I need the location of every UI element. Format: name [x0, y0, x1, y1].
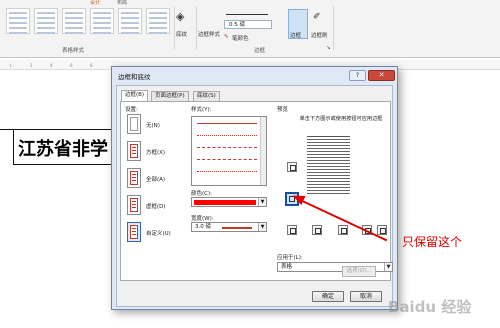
setting-grid[interactable] [127, 195, 141, 215]
setting-none-label: 无(N) [146, 123, 160, 129]
setting-box-label: 方框(X) [146, 150, 166, 156]
borders-group-label: 边框 [254, 48, 266, 54]
borders-panel: 设置: 无(N) 方框(X) 全部(A) 虚框(D) 自定义(U) 样式(Y): [120, 101, 393, 281]
help-button[interactable]: ? [349, 70, 366, 81]
chevron-down-icon[interactable]: ▼ [258, 198, 266, 206]
border-styles-button[interactable]: 边框样式 [198, 30, 220, 38]
pen-color-button[interactable]: 笔颜色 [232, 34, 249, 42]
setting-grid-label: 虚框(D) [146, 204, 166, 210]
left-border-button[interactable] [312, 225, 322, 235]
setting-box[interactable] [127, 141, 141, 161]
setting-custom[interactable] [127, 222, 141, 242]
color-select[interactable]: ▼ [191, 197, 267, 207]
table-style-thumb[interactable] [34, 8, 58, 34]
ribbon-tab-strip: 设计 布局 [0, 0, 500, 6]
chevron-down-icon[interactable]: ▼ [384, 263, 392, 271]
preview-label: 预览 [277, 107, 289, 113]
setting-all-label: 全部(A) [146, 177, 166, 183]
tab-borders[interactable]: 边框(B) [121, 90, 149, 101]
width-select[interactable]: 3.0 磅 ▼ [191, 222, 267, 232]
preview-hint: 单击下方图示或使用按钮可应用边框 [299, 116, 383, 122]
line-style-list[interactable] [191, 116, 267, 186]
ribbon: 设计 布局 表格样式 ◈ 底纹 边框样式 0.5 磅 ✎ 笔颜色 边框 ✐ 边框… [0, 0, 500, 58]
style-label: 样式(Y): [191, 107, 212, 113]
table-style-thumb[interactable] [118, 8, 142, 34]
table-styles-group-label: 表格样式 [62, 48, 85, 54]
width-label: 宽度(W): [191, 216, 214, 222]
chevron-down-icon[interactable]: ▼ [258, 223, 266, 231]
tab-page-border[interactable]: 页面边框(P) [151, 91, 189, 101]
diagonal-up-border-button[interactable] [377, 225, 387, 235]
paint-bucket-icon[interactable]: ◈ [176, 10, 184, 23]
line-style-sample[interactable] [226, 14, 268, 15]
annotation-text: 只保留这个 [402, 235, 463, 249]
line-weight-select[interactable]: 0.5 磅 [224, 20, 272, 29]
preview-group: 预览 单击下方图示或使用按钮可应用边框 应用于(L): 表格 ▼ [275, 105, 393, 277]
pen-color-icon[interactable]: ✎ [224, 34, 229, 40]
tab-layout[interactable]: 布局 [117, 0, 127, 6]
watermark: Baidu 经验 [388, 298, 472, 316]
tab-design[interactable]: 设计 [90, 0, 100, 6]
color-label: 颜色(C): [191, 191, 212, 197]
table-style-thumb[interactable] [90, 8, 114, 34]
options-button[interactable]: 选项(O)... [342, 266, 376, 277]
apply-to-label: 应用于(L): [277, 255, 303, 261]
dialog-launcher-icon[interactable]: ↘ [326, 45, 331, 51]
border-painter-button[interactable]: 边框刷 [311, 31, 328, 39]
borders-label: 边框 [290, 33, 302, 39]
color-swatch [194, 200, 256, 205]
line-style-option[interactable] [197, 159, 257, 160]
table-style-thumb[interactable] [146, 8, 170, 34]
borders-and-shading-dialog: 边框和底纹 ? ✕ 边框(B) 页面边框(P) 底纹(S) 设置: 无(N) 方… [111, 66, 398, 310]
setting-label: 设置: [125, 107, 138, 113]
table-style-thumb[interactable] [6, 8, 30, 34]
setting-all[interactable] [127, 168, 141, 188]
border-painter-icon[interactable]: ✐ [313, 12, 321, 22]
setting-none[interactable] [127, 114, 141, 134]
line-style-option[interactable] [197, 147, 257, 148]
table-style-thumb[interactable] [62, 8, 86, 34]
line-style-option[interactable] [197, 135, 257, 136]
close-button[interactable]: ✕ [368, 70, 395, 81]
dialog-title: 边框和底纹 [118, 73, 151, 81]
width-value: 3.0 磅 [195, 224, 211, 230]
line-weight-value: 0.5 磅 [229, 22, 245, 28]
divider [174, 6, 175, 50]
top-border-button[interactable] [287, 162, 297, 172]
line-style-option[interactable] [197, 171, 257, 172]
divider [196, 6, 197, 50]
style-list-scrollbar[interactable] [260, 117, 266, 185]
shading-button[interactable]: 底纹 [176, 30, 187, 38]
width-sample-line [222, 227, 252, 229]
table-cell-text: 江苏省非学 [18, 139, 108, 160]
apply-to-value: 表格 [281, 264, 293, 270]
ok-button[interactable]: 确定 [312, 291, 344, 302]
diagonal-down-border-button[interactable] [287, 225, 297, 235]
tab-shading[interactable]: 底纹(S) [193, 91, 220, 101]
cancel-button[interactable]: 取消 [350, 291, 382, 302]
divider [333, 6, 334, 50]
inside-vertical-border-button[interactable] [338, 225, 348, 235]
preview-diagram[interactable] [307, 136, 350, 194]
line-style-option[interactable] [197, 123, 257, 124]
setting-custom-label: 自定义(U) [146, 231, 171, 237]
